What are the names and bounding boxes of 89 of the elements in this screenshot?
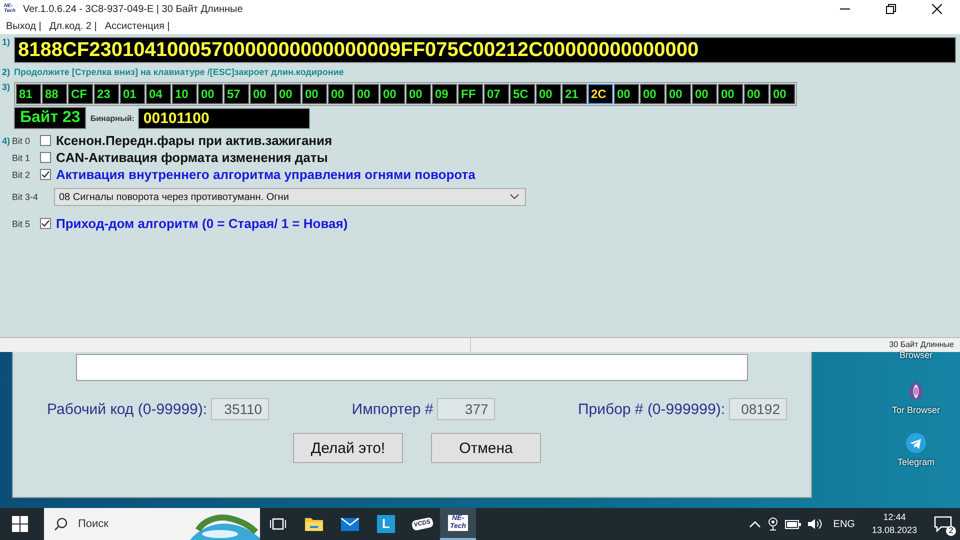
checkbox[interactable] xyxy=(40,152,51,163)
field-label: Прибор # (0-999999): xyxy=(578,400,725,418)
task-view-icon[interactable] xyxy=(270,517,286,531)
dialog-button[interactable]: Делай это! xyxy=(293,433,403,463)
step-label: 2) xyxy=(2,67,12,77)
byte-cell[interactable]: 81 xyxy=(16,84,41,104)
desktop-icon-label[interactable]: Browser xyxy=(899,350,932,360)
close-icon[interactable] xyxy=(932,4,942,14)
byte-cell[interactable]: 00 xyxy=(328,84,353,104)
option-label: Активация внутреннего алгоритма управления огнями поворота xyxy=(56,167,476,182)
dialog-button[interactable]: Отмена xyxy=(431,433,541,463)
chevron-up-icon[interactable] xyxy=(749,520,762,528)
byte-cell[interactable]: 21 xyxy=(562,84,587,104)
option-label: Приход-дом алгоритм (0 = Старая/ 1 = Новая) xyxy=(56,216,348,231)
checkbox[interactable] xyxy=(40,135,51,146)
menu-item[interactable]: Выход | xyxy=(6,20,42,32)
byte-cell[interactable]: 2C xyxy=(588,84,613,104)
binary-value: 00101100 xyxy=(138,108,310,128)
byte-cell[interactable]: 00 xyxy=(276,84,301,104)
search-field[interactable]: Поиск xyxy=(44,508,260,540)
menu-item[interactable]: Дл.код. 2 | xyxy=(49,20,97,32)
byte-cell[interactable]: 00 xyxy=(198,84,223,104)
input-field[interactable]: 377 xyxy=(437,398,496,420)
byte-cell[interactable]: 01 xyxy=(120,84,145,104)
clock-date[interactable]: 13.08.2023 xyxy=(872,524,917,537)
field-label: Импортер # xyxy=(352,400,434,418)
byte-cell[interactable]: 00 xyxy=(406,84,431,104)
language-indicator[interactable]: ENG xyxy=(833,518,855,530)
byte-cell[interactable]: 04 xyxy=(146,84,171,104)
webcam-icon[interactable] xyxy=(768,517,778,531)
bit-label: Bit 2 xyxy=(12,170,32,180)
byte-cell[interactable]: 00 xyxy=(692,84,717,104)
bit-label: Bit 5 xyxy=(12,218,32,228)
byte-cell[interactable]: 5C xyxy=(510,84,535,104)
byte-cell[interactable]: 00 xyxy=(536,84,561,104)
restore-icon[interactable] xyxy=(886,4,896,14)
byte-cell[interactable]: 00 xyxy=(380,84,405,104)
byte-cell[interactable]: 00 xyxy=(640,84,665,104)
bit-label: Bit 0 xyxy=(12,136,32,146)
step-label: 3) xyxy=(2,82,12,92)
speaker-icon[interactable] xyxy=(808,518,824,530)
step-label: 1) xyxy=(2,37,12,47)
byte-cell[interactable]: 00 xyxy=(744,84,769,104)
bit-label: Bit 1 xyxy=(12,152,32,162)
byte-cell[interactable]: 00 xyxy=(770,84,795,104)
status-text: 30 Байт Длинные xyxy=(888,339,955,351)
input-field[interactable]: 35110 xyxy=(211,398,270,420)
input-field[interactable] xyxy=(76,354,748,381)
notification-badge: 2 xyxy=(946,526,956,536)
byte-cell[interactable]: 10 xyxy=(172,84,197,104)
input-field[interactable]: 08192 xyxy=(729,398,787,420)
desktop-icon-label[interactable]: Tor Browser xyxy=(892,405,940,415)
byte-cell[interactable]: 00 xyxy=(302,84,327,104)
byte-cell[interactable]: 00 xyxy=(718,84,743,104)
byte-title: Байт 23 xyxy=(14,107,86,129)
clock-time[interactable]: 12:44 xyxy=(883,511,906,524)
menu-item[interactable]: Ассистенция | xyxy=(104,20,170,32)
byte-cell[interactable]: 00 xyxy=(614,84,639,104)
binary-label: Бинарный: xyxy=(90,114,134,122)
chevron-down-icon[interactable] xyxy=(510,194,519,200)
byte-cell[interactable]: FF xyxy=(458,84,483,104)
envelope-icon[interactable] xyxy=(341,518,359,530)
byte-cell[interactable]: 00 xyxy=(666,84,691,104)
byte-cell[interactable]: 88 xyxy=(42,84,67,104)
hint-text: Продолжите [Стрелка вниз] на клавиатуре /[ESC]закроет длин.кодироние xyxy=(14,67,344,77)
windows-logo-icon[interactable] xyxy=(12,516,28,532)
battery-icon[interactable] xyxy=(785,520,802,528)
bit-label: Bit 3-4 xyxy=(12,192,40,202)
checkbox[interactable] xyxy=(40,169,51,180)
byte-cell[interactable]: 23 xyxy=(94,84,119,104)
folder-icon[interactable] xyxy=(305,517,323,531)
desktop-icon-label[interactable]: Telegram xyxy=(897,457,934,467)
byte-cell[interactable]: 00 xyxy=(354,84,379,104)
field-label: Рабочий код (0-99999): xyxy=(47,400,208,418)
paper-plane-icon[interactable] xyxy=(904,432,927,454)
byte-cell[interactable]: CF xyxy=(68,84,93,104)
notification-icon[interactable] xyxy=(934,516,952,532)
byte-cell[interactable]: 07 xyxy=(484,84,509,104)
step-label: 4) xyxy=(2,136,10,146)
option-label: Ксенон.Передн.фары при актив.зажигания xyxy=(56,133,332,148)
dropdown[interactable]: 08 Сигналы поворота через противотуманн. Огни xyxy=(54,188,526,206)
code-display: 8188CF2301041000570000000000000009FF075C00212C00000000000000 xyxy=(14,37,956,63)
byte-cell[interactable]: 00 xyxy=(250,84,275,104)
search-icon xyxy=(54,517,68,531)
window-title: Ver.1.0.6.24 - 3C8-937-049-E | 30 Байт Длинные xyxy=(23,4,244,14)
byte-cell[interactable]: 57 xyxy=(224,84,249,104)
checkbox[interactable] xyxy=(40,218,51,229)
byte-cell[interactable]: 09 xyxy=(432,84,457,104)
option-label: CAN-Активация формата изменения даты xyxy=(56,150,328,165)
